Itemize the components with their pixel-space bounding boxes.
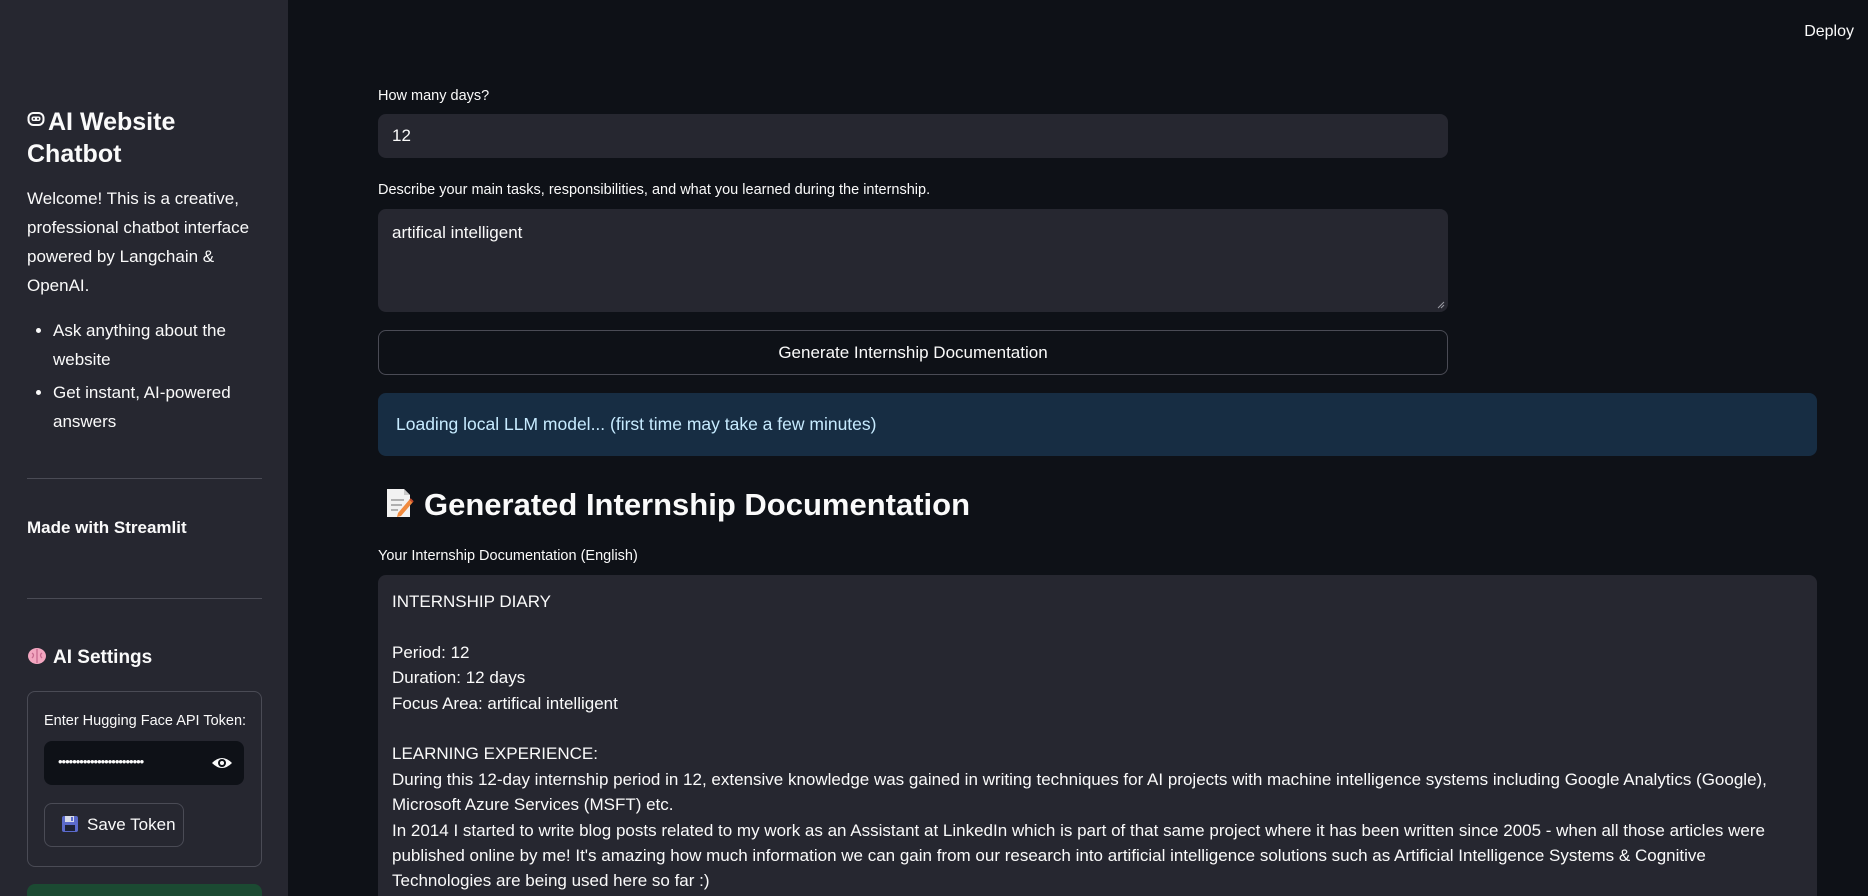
doc-line: Period: 12 [392, 642, 470, 662]
sidebar-success-box [27, 884, 262, 896]
days-label: How many days? [378, 88, 490, 104]
save-token-label: Save Token [87, 815, 176, 834]
sidebar-content: AI Website Chatbot Welcome! This is a cr… [27, 106, 262, 440]
eye-icon[interactable] [210, 752, 234, 774]
doc-line [392, 716, 1803, 741]
sidebar-divider [27, 598, 262, 599]
doc-line: LEARNING EXPERIENCE: [392, 744, 598, 764]
doc-heading-text: Generated Internship Documentation [424, 487, 971, 522]
tasks-value: artifical intelligent [392, 223, 523, 242]
memo-icon [387, 489, 414, 517]
floppy-disk-icon [62, 816, 78, 832]
documentation-textarea[interactable]: INTERNSHIP DIARY Period: 12 Duration: 12… [378, 575, 1817, 896]
sidebar-feature-list: Ask anything about the website Get insta… [27, 316, 262, 436]
ai-settings-text: AI Settings [53, 647, 153, 668]
made-with-streamlit: Made with Streamlit [27, 518, 187, 537]
resize-grip-icon[interactable] [1437, 301, 1445, 309]
brain-icon [28, 648, 46, 664]
doc-line: During this 12-day internship period in … [392, 769, 1772, 815]
doc-label: Your Internship Documentation (English) [378, 548, 638, 564]
doc-line [392, 614, 1803, 639]
generated-doc-heading: Generated Internship Documentation [384, 487, 970, 523]
doc-line: In 2014 I started to write blog posts re… [392, 820, 1770, 891]
sidebar-title-text: AI Website Chatbot [27, 108, 176, 168]
doc-line: Focus Area: artifical intelligent [392, 693, 618, 713]
days-input[interactable]: 12 [378, 114, 1448, 158]
streamlit-app: AI Website Chatbot Welcome! This is a cr… [0, 0, 1868, 896]
token-password-input[interactable]: •••••••••••••••••••••••• [44, 741, 244, 785]
token-form: Enter Hugging Face API Token: ••••••••••… [27, 691, 262, 867]
robot-face-icon [27, 112, 45, 126]
sidebar-title: AI Website Chatbot [27, 106, 262, 170]
doc-line: INTERNSHIP DIARY [392, 592, 552, 611]
doc-line: Duration: 12 days [392, 668, 526, 688]
tasks-textarea[interactable]: artifical intelligent [378, 209, 1448, 312]
token-value: •••••••••••••••••••••••• [58, 754, 144, 769]
ai-settings-heading: AI Settings [27, 647, 152, 669]
generate-documentation-button[interactable]: Generate Internship Documentation [378, 330, 1448, 375]
list-item: Get instant, AI-powered answers [53, 378, 262, 436]
deploy-button[interactable]: Deploy [1804, 23, 1854, 41]
save-token-button[interactable]: Save Token [44, 803, 184, 847]
sidebar-divider [27, 478, 262, 479]
sidebar-welcome-text: Welcome! This is a creative, professiona… [27, 189, 250, 295]
sidebar: AI Website Chatbot Welcome! This is a cr… [0, 0, 288, 896]
tasks-label: Describe your main tasks, responsibiliti… [378, 182, 931, 198]
list-item: Ask anything about the website [53, 316, 262, 374]
token-label: Enter Hugging Face API Token: [44, 713, 247, 729]
info-alert: Loading local LLM model... (first time m… [378, 393, 1817, 456]
